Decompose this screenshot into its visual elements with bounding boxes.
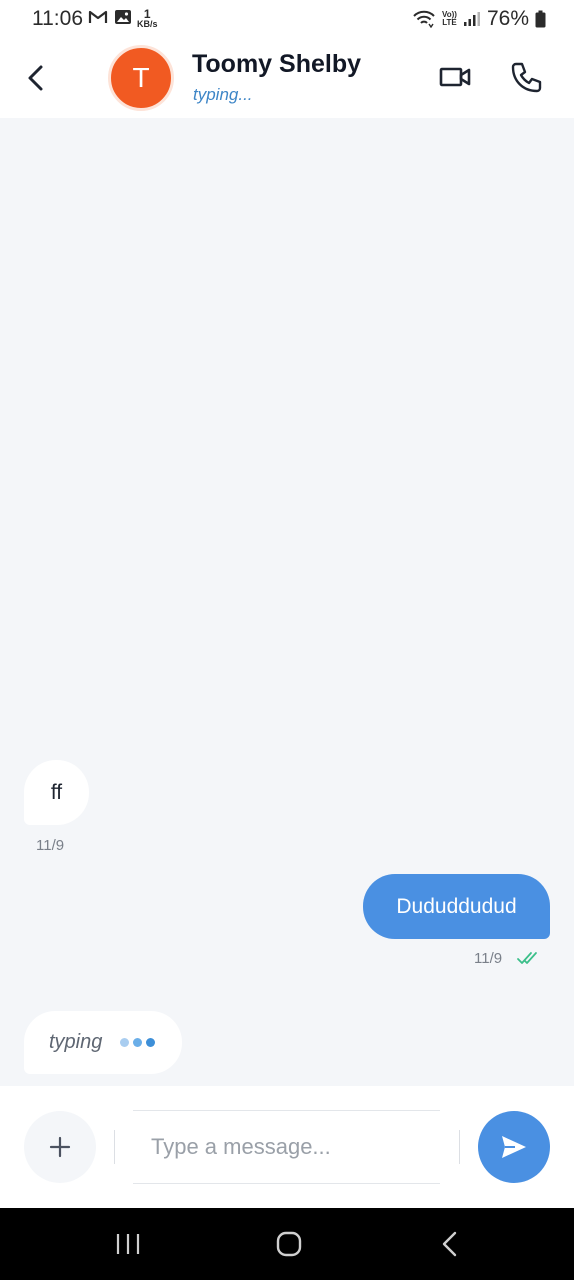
status-bar: 11:06 1 KB/s Vo)) LTE 76%: [0, 0, 574, 40]
nav-back-icon[interactable]: [438, 1230, 462, 1258]
message-time: 11/9: [36, 837, 65, 854]
video-call-button[interactable]: [438, 62, 472, 92]
incoming-message-bubble[interactable]: ff: [24, 760, 89, 825]
status-time: 11:06: [32, 7, 83, 30]
typing-dot: [133, 1038, 142, 1047]
status-right-icons: Vo)) LTE 76%: [412, 7, 546, 31]
contact-name[interactable]: Toomy Shelby: [192, 50, 361, 79]
message-input[interactable]: [133, 1110, 440, 1184]
message-text: Dududdudud: [396, 894, 517, 918]
voice-call-button[interactable]: [508, 60, 544, 96]
wifi-icon: [413, 10, 435, 28]
network-speed-unit: KB/s: [137, 19, 158, 29]
chevron-left-icon: [28, 65, 43, 91]
gallery-icon: [115, 10, 131, 24]
back-button[interactable]: [20, 60, 50, 96]
home-icon[interactable]: [275, 1230, 303, 1258]
plus-icon: [49, 1136, 71, 1158]
status-left-icons: [88, 9, 132, 25]
network-speed: 1 KB/s: [137, 8, 158, 29]
system-nav-bar: [0, 1208, 574, 1280]
message-composer: [0, 1086, 574, 1208]
avatar-initial: T: [132, 62, 150, 93]
battery-icon: [535, 10, 546, 28]
typing-indicator: typing: [24, 1011, 182, 1074]
typing-dot: [120, 1038, 129, 1047]
double-check-icon: [517, 952, 537, 964]
outgoing-message-bubble[interactable]: Dududdudud: [363, 874, 550, 939]
gmail-icon: [88, 10, 108, 23]
video-camera-icon: [439, 67, 471, 87]
typing-dots: [120, 1038, 155, 1047]
divider: [459, 1130, 460, 1164]
typing-label: typing: [49, 1031, 103, 1053]
attach-button[interactable]: [24, 1111, 96, 1183]
send-button[interactable]: [478, 1111, 550, 1183]
recents-icon[interactable]: [114, 1232, 142, 1256]
signal-icon: [463, 12, 480, 26]
battery-percent: 76%: [486, 7, 529, 30]
divider: [114, 1130, 115, 1164]
message-list[interactable]: ff 11/9 Dududdudud 11/9 typing: [0, 118, 574, 1086]
message-text: ff: [50, 780, 63, 804]
volte-icon: Vo)) LTE: [442, 11, 457, 27]
send-icon: [502, 1136, 526, 1158]
volte-bottom-label: LTE: [442, 18, 457, 27]
phone-icon: [511, 62, 542, 93]
contact-avatar[interactable]: T: [108, 45, 174, 111]
chat-header: T Toomy Shelby typing...: [0, 40, 574, 118]
message-time: 11/9: [474, 950, 503, 967]
typing-dot: [146, 1038, 155, 1047]
contact-status: typing...: [193, 85, 253, 104]
